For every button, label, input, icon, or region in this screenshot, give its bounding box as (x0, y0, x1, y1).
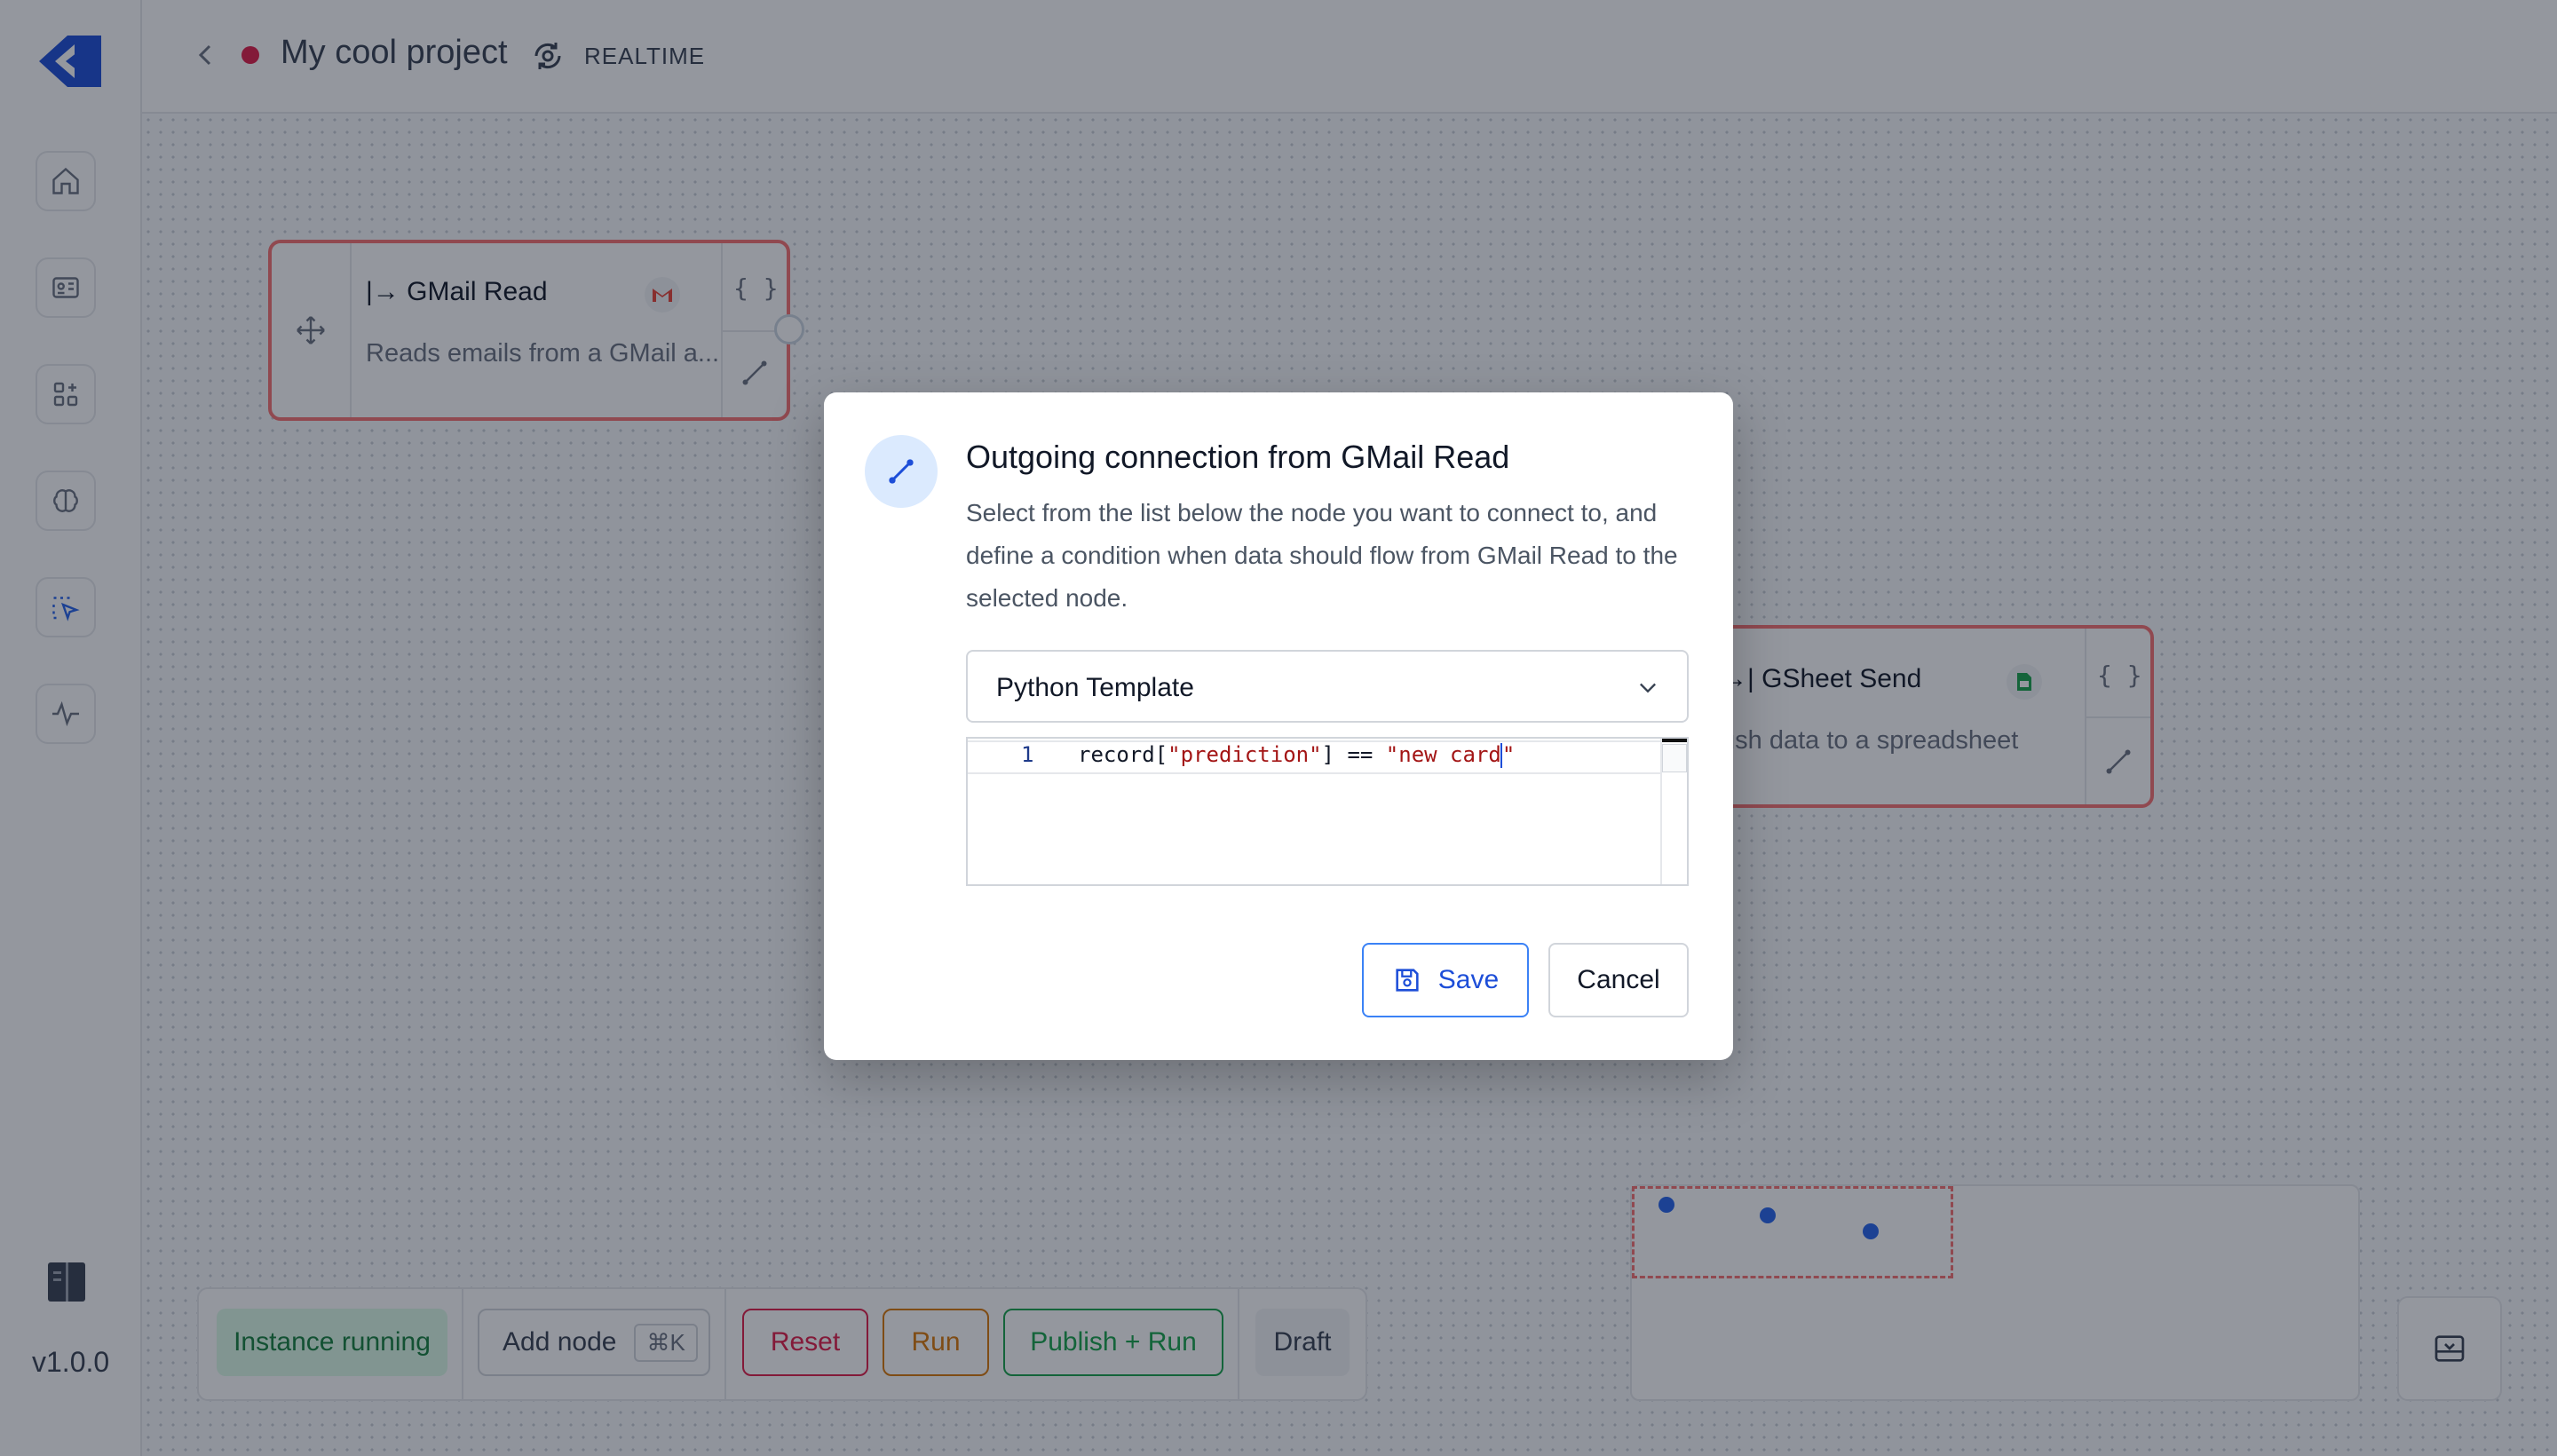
scrollbar-slider[interactable] (1662, 744, 1687, 772)
code-token: record[ (1078, 742, 1168, 767)
dialog-title: Outgoing connection from GMail Read (966, 439, 1510, 475)
code-token: ] == (1321, 742, 1386, 767)
target-node-select[interactable]: Python Template (966, 650, 1689, 723)
chevron-down-icon (1640, 683, 1656, 693)
dialog-description: Select from the list below the node you … (966, 499, 1678, 612)
connection-icon (889, 459, 914, 484)
scrollbar-thumb[interactable] (1662, 739, 1687, 742)
code-string-token: " (1501, 742, 1516, 767)
code-string-token: "prediction" (1168, 742, 1322, 767)
condition-code-editor[interactable]: 1 record["prediction"] == "new card" (966, 737, 1689, 886)
save-icon (1396, 969, 1419, 992)
code-string-token: "new card (1385, 742, 1501, 767)
select-value: Python Template (996, 673, 1194, 702)
app-root: v1.0.0 My cool project REALTIME |→ GMail… (0, 0, 2557, 1456)
connection-dialog: Outgoing connection from GMail Read Sele… (824, 392, 1733, 1060)
line-number: 1 (1021, 742, 1034, 767)
editor-scrollbar[interactable] (1660, 739, 1687, 884)
dialog-icon-badge (865, 435, 938, 508)
cancel-button[interactable]: Cancel (1548, 943, 1689, 1017)
code-line[interactable]: record["prediction"] == "new card" (1078, 742, 1515, 768)
save-button[interactable]: Save (1362, 943, 1529, 1017)
save-label: Save (1437, 965, 1500, 994)
